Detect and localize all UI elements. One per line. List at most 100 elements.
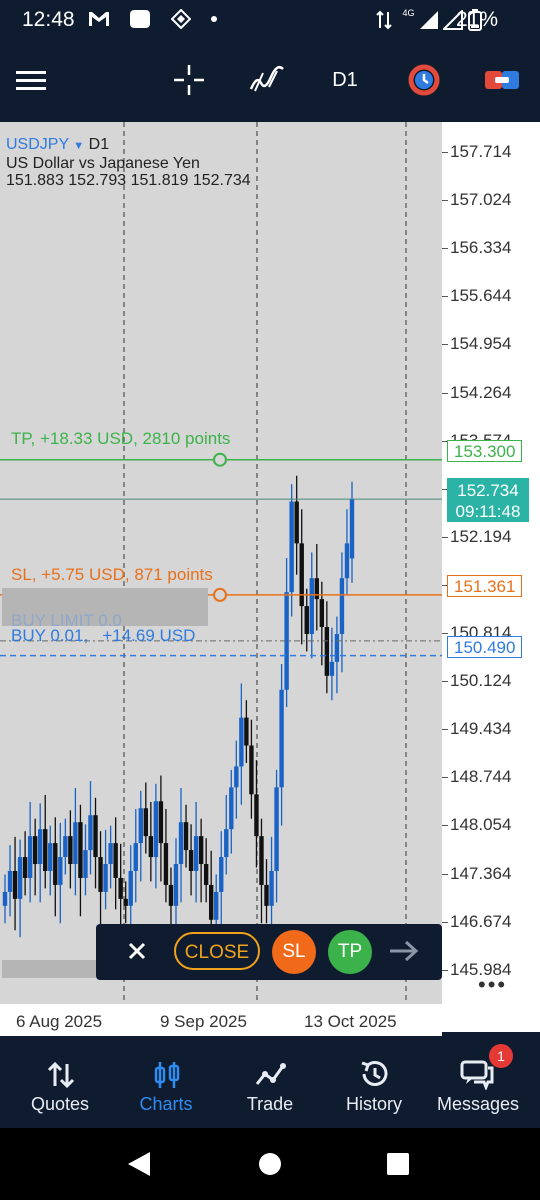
candle-body xyxy=(344,543,350,579)
sl-line-label[interactable]: SL, +5.75 USD, 871 points xyxy=(11,565,213,585)
price-label: 146.674 xyxy=(450,911,512,931)
sl-button[interactable]: SL xyxy=(272,930,316,974)
candle-body xyxy=(168,884,174,906)
indicators-icon xyxy=(249,66,284,92)
candle-body xyxy=(103,864,108,892)
price-tick xyxy=(442,681,448,683)
crosshair-button[interactable] xyxy=(170,64,208,96)
price-tick xyxy=(442,921,448,923)
price-tick xyxy=(442,873,448,875)
candle-body xyxy=(349,499,355,559)
buy-line-label[interactable]: BUY 0.01, +14.69 USD xyxy=(11,626,195,646)
candle-body xyxy=(259,836,264,885)
timeframe-button[interactable]: D1 xyxy=(326,64,364,96)
sl-price-tag: 151.361 xyxy=(447,575,523,597)
candle-body xyxy=(38,829,43,865)
indicators-button[interactable] xyxy=(248,64,286,96)
candle-body xyxy=(234,766,239,788)
one-click-trading-button[interactable] xyxy=(404,64,444,96)
candle-body xyxy=(53,843,58,885)
candle-body xyxy=(58,857,63,885)
tp-price-tag: 153.300 xyxy=(447,440,523,462)
tp-button[interactable]: TP xyxy=(328,930,372,974)
candle-body xyxy=(244,717,249,746)
nav-trade[interactable]: Trade xyxy=(216,1036,324,1128)
nav-history[interactable]: History xyxy=(320,1036,428,1128)
candle-body xyxy=(118,877,123,899)
data-arrows-icon xyxy=(376,10,392,30)
trade-button[interactable] xyxy=(482,64,522,96)
candle-body xyxy=(198,836,204,865)
hamburger-icon xyxy=(16,71,46,90)
recents-icon[interactable] xyxy=(386,1152,410,1176)
nav-messages[interactable]: Messages xyxy=(424,1036,532,1128)
price-tick xyxy=(442,152,448,153)
close-position-button[interactable]: CLOSE xyxy=(174,932,260,970)
status-bar: 12:48 4G 21% xyxy=(0,0,540,40)
candle-body xyxy=(12,870,18,899)
date-label: 13 Oct 2025 xyxy=(304,1012,397,1031)
nav-trade-label: Trade xyxy=(246,1094,294,1114)
price-label: 155.644 xyxy=(450,286,512,306)
candle-body xyxy=(163,843,169,885)
menu-button[interactable] xyxy=(14,64,48,96)
charts-icon xyxy=(154,1062,180,1088)
home-icon[interactable] xyxy=(257,1151,283,1177)
candle-body xyxy=(173,864,179,906)
candle-body xyxy=(143,808,149,837)
candle-body xyxy=(48,843,53,871)
app-icon xyxy=(130,9,151,28)
chart-info: USDJPY ▼ D1 US Dollar vs Japanese Yen 15… xyxy=(6,136,251,189)
candle-body xyxy=(208,884,214,920)
candle-body xyxy=(264,884,269,906)
candle-body xyxy=(193,836,199,871)
candle-body xyxy=(203,864,209,885)
candle-body xyxy=(178,822,184,865)
candle-body xyxy=(274,787,279,871)
price-label: 154.264 xyxy=(450,382,512,402)
candle-body xyxy=(339,578,345,634)
candle-body xyxy=(128,870,133,906)
price-tick xyxy=(442,633,448,634)
nav-charts[interactable]: Charts xyxy=(112,1036,220,1128)
candle-body xyxy=(329,661,335,676)
back-icon[interactable] xyxy=(126,1150,152,1178)
candle-body xyxy=(289,501,294,593)
price-tick xyxy=(442,969,448,971)
more-options-icon[interactable]: ••• xyxy=(478,972,507,998)
candle-body xyxy=(304,606,309,634)
diamond-icon xyxy=(170,8,191,30)
nav-quotes[interactable]: Quotes xyxy=(6,1036,114,1128)
symbol-dropdown-icon[interactable]: ▼ xyxy=(73,140,84,152)
candle-countdown: 09:11:48 xyxy=(455,502,521,521)
candle-body xyxy=(78,822,83,878)
history-icon xyxy=(361,1061,388,1086)
price-tick xyxy=(442,536,448,538)
candle-body xyxy=(229,787,234,830)
price-label: 157.714 xyxy=(450,142,512,161)
nav-quotes-label: Quotes xyxy=(30,1094,90,1114)
battery-percent: 21% xyxy=(455,8,498,31)
candle-body xyxy=(133,843,138,871)
price-tick xyxy=(442,296,448,298)
status-time: 12:48 xyxy=(22,8,75,31)
candle-body xyxy=(269,870,274,906)
candle-body xyxy=(73,822,78,865)
pending-order-block xyxy=(2,960,96,978)
network-type: 4G xyxy=(402,8,415,19)
quotes-icon xyxy=(47,1061,75,1089)
nav-messages-label: Messages xyxy=(436,1094,520,1114)
tp-line-label[interactable]: TP, +18.33 USD, 2810 points xyxy=(11,429,230,449)
price-label: 157.024 xyxy=(450,190,512,210)
candle-body xyxy=(93,815,98,858)
symbol-name[interactable]: USDJPY xyxy=(6,136,69,153)
close-bar-button[interactable] xyxy=(122,936,152,966)
trade-icon xyxy=(255,1063,286,1085)
next-button[interactable] xyxy=(386,936,426,966)
price-tick xyxy=(442,344,448,346)
candle-body xyxy=(68,836,73,865)
candle-body xyxy=(32,836,38,865)
crosshair-icon xyxy=(174,65,204,95)
candle-body xyxy=(98,857,103,892)
date-axis: 6 Aug 2025 9 Sep 2025 13 Oct 2025 xyxy=(0,1004,442,1036)
